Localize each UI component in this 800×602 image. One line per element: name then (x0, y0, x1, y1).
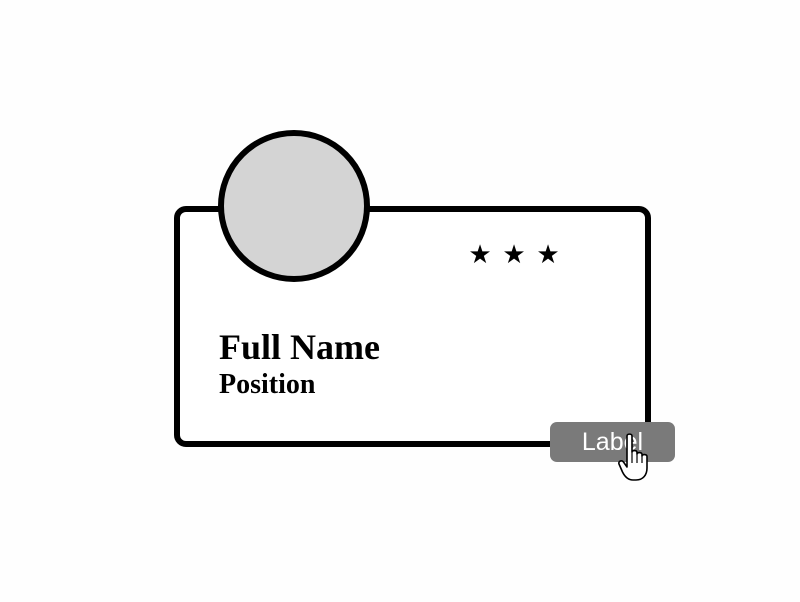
star-rating: ★ ★ ★ (466, 238, 562, 272)
star-icon: ★ (468, 240, 492, 270)
avatar (218, 130, 370, 282)
position-title: Position (219, 369, 316, 400)
full-name: Full Name (219, 327, 380, 367)
label-button[interactable]: Label (550, 422, 675, 462)
star-icon: ★ (502, 240, 526, 270)
star-icon: ★ (536, 240, 560, 270)
